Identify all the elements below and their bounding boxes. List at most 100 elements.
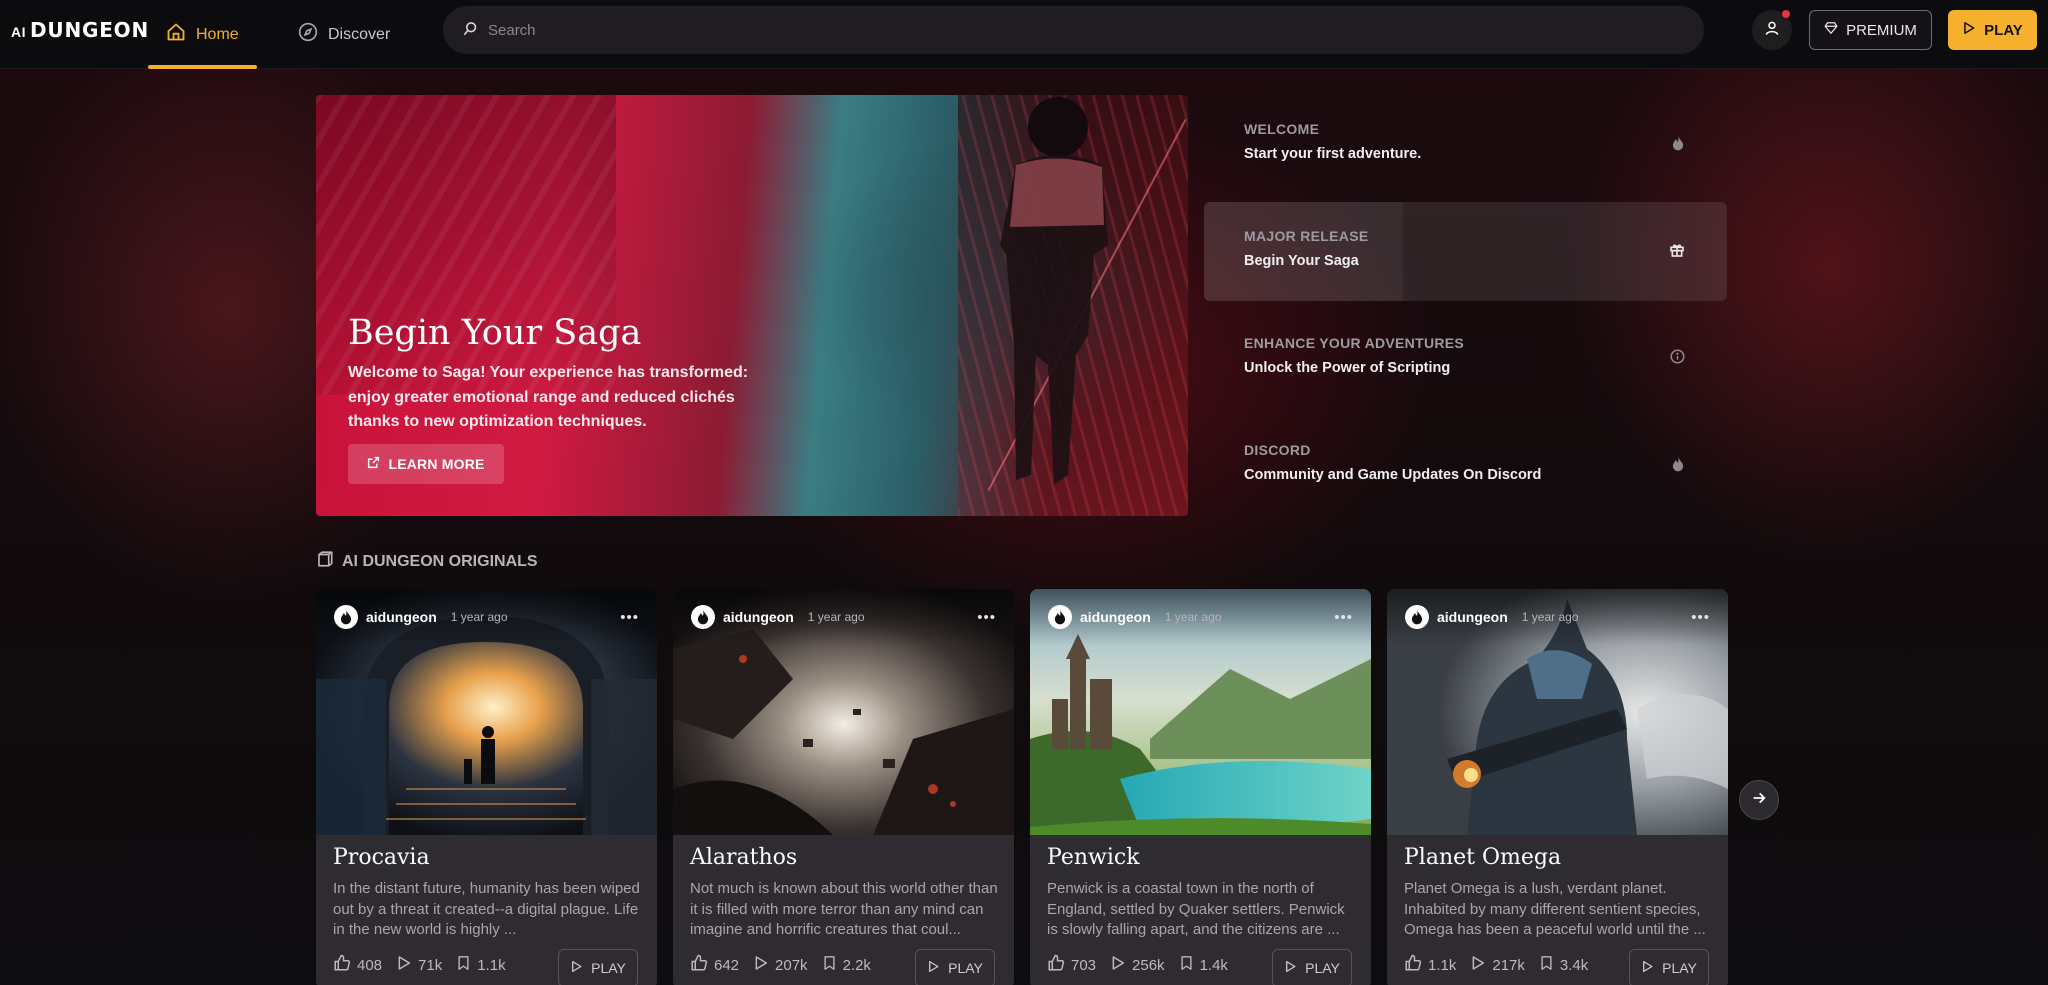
- likes-stat[interactable]: 642: [690, 954, 739, 976]
- carousel-next-button[interactable]: [1739, 780, 1779, 820]
- likes-count: 408: [357, 956, 383, 974]
- author-name[interactable]: aidungeon: [1080, 609, 1151, 625]
- author-name[interactable]: aidungeon: [723, 609, 794, 625]
- scenario-card-header: aidungeon 1 year ago •••: [316, 589, 657, 645]
- more-options-icon[interactable]: •••: [977, 609, 996, 626]
- scenario-title: Planet Omega: [1404, 845, 1562, 870]
- scenario-card-header: aidungeon 1 year ago •••: [1387, 589, 1728, 645]
- plays-count: 71k: [418, 956, 443, 974]
- play-count-icon: [753, 955, 769, 975]
- nav-tab-discover[interactable]: Discover: [280, 0, 408, 69]
- search-bar[interactable]: [443, 6, 1704, 54]
- saves-count: 1.1k: [477, 956, 506, 974]
- author-avatar[interactable]: [1048, 605, 1072, 629]
- scenario-card-body: Penwick Penwick is a coastal town in the…: [1047, 843, 1357, 937]
- announcement-category: ENHANCE YOUR ADVENTURES: [1244, 335, 1465, 351]
- logo-ai-text: AI: [11, 24, 26, 40]
- likes-stat[interactable]: 408: [333, 954, 382, 976]
- announcement-title: Unlock the Power of Scripting: [1244, 360, 1451, 376]
- play-count-icon: [1470, 955, 1486, 975]
- hero-description: Welcome to Saga! Your experience has tra…: [348, 364, 749, 430]
- gem-icon: [1824, 21, 1838, 39]
- hero-title: Begin Your Saga: [348, 313, 642, 353]
- nav-tab-discover-label: Discover: [328, 25, 391, 43]
- saves-count: 2.2k: [842, 956, 871, 974]
- flame-icon: [1671, 135, 1685, 156]
- scenario-card[interactable]: aidungeon 1 year ago ••• Procavia In the…: [316, 589, 657, 985]
- search-input[interactable]: [488, 21, 1588, 39]
- author-name[interactable]: aidungeon: [366, 609, 437, 625]
- originals-heading-label: AI DUNGEON ORIGINALS: [342, 552, 538, 570]
- scenario-card[interactable]: aidungeon 1 year ago ••• Alarathos Not m…: [673, 589, 1014, 985]
- saves-stat[interactable]: 2.2k: [822, 955, 871, 975]
- author-avatar[interactable]: [1405, 605, 1429, 629]
- scenario-stats: 642 207k 2.2k: [690, 954, 871, 976]
- author-avatar[interactable]: [334, 605, 358, 629]
- play-icon: [927, 960, 940, 976]
- scenario-stats: 408 71k 1.1k: [333, 954, 506, 976]
- learn-more-button[interactable]: LEARN MORE: [348, 444, 504, 484]
- premium-button[interactable]: PREMIUM: [1809, 10, 1932, 50]
- plays-stat: 256k: [1110, 955, 1165, 975]
- more-options-icon[interactable]: •••: [1334, 609, 1353, 626]
- saves-stat[interactable]: 1.4k: [1179, 955, 1228, 975]
- scenario-play-button[interactable]: PLAY: [1629, 949, 1709, 985]
- announcement-major-release[interactable]: MAJOR RELEASE Begin Your Saga: [1204, 202, 1727, 301]
- logo-name-text: DUNGEON: [30, 18, 149, 42]
- announcement-category: WELCOME: [1244, 121, 1320, 137]
- likes-count: 703: [1071, 956, 1097, 974]
- scenario-play-label: PLAY: [1305, 960, 1340, 976]
- scenario-stats: 703 256k 1.4k: [1047, 954, 1228, 976]
- plays-count: 217k: [1492, 956, 1525, 974]
- user-menu-button[interactable]: [1752, 10, 1792, 50]
- scenario-title: Alarathos: [690, 845, 798, 870]
- app-logo[interactable]: AI DUNGEON: [11, 18, 149, 42]
- author-avatar[interactable]: [691, 605, 715, 629]
- scenario-play-button[interactable]: PLAY: [915, 949, 995, 985]
- home-icon: [166, 22, 186, 47]
- author-name[interactable]: aidungeon: [1437, 609, 1508, 625]
- more-options-icon[interactable]: •••: [1691, 609, 1710, 626]
- saves-stat[interactable]: 1.1k: [456, 955, 506, 975]
- more-options-icon[interactable]: •••: [620, 609, 639, 626]
- announcement-scripting[interactable]: ENHANCE YOUR ADVENTURES Unlock the Power…: [1204, 309, 1727, 408]
- published-age: 1 year ago: [1521, 610, 1579, 624]
- premium-label: PREMIUM: [1846, 21, 1917, 39]
- nav-tab-home-label: Home: [196, 25, 239, 43]
- originals-heading: AI DUNGEON ORIGINALS: [316, 550, 538, 573]
- scenario-play-label: PLAY: [1662, 960, 1697, 976]
- hero-banner[interactable]: Begin Your Saga Welcome to Saga! Your ex…: [316, 95, 1188, 516]
- likes-stat[interactable]: 1.1k: [1404, 954, 1456, 976]
- scenario-title: Penwick: [1047, 845, 1140, 870]
- announcements-list: WELCOME Start your first adventure. MAJO…: [1204, 95, 1727, 523]
- hero-content: Begin Your Saga Welcome to Saga! Your ex…: [348, 311, 768, 435]
- saves-stat[interactable]: 3.4k: [1539, 955, 1588, 975]
- bookmark-icon: [1539, 955, 1554, 975]
- bookmark-icon: [1179, 955, 1194, 975]
- likes-stat[interactable]: 703: [1047, 954, 1096, 976]
- scenario-card[interactable]: aidungeon 1 year ago ••• Planet Omega Pl…: [1387, 589, 1728, 985]
- user-icon: [1764, 20, 1780, 41]
- play-button[interactable]: PLAY: [1948, 10, 2037, 50]
- saves-count: 1.4k: [1199, 956, 1228, 974]
- scenario-play-label: PLAY: [948, 960, 983, 976]
- thumbs-up-icon: [333, 954, 351, 976]
- announcement-discord[interactable]: DISCORD Community and Game Updates On Di…: [1204, 416, 1727, 515]
- play-icon: [1284, 960, 1297, 976]
- scenario-card[interactable]: aidungeon 1 year ago ••• Penwick Penwick…: [1030, 589, 1371, 985]
- announcement-category: MAJOR RELEASE: [1244, 228, 1369, 244]
- thumbs-up-icon: [1047, 954, 1065, 976]
- published-age: 1 year ago: [450, 610, 508, 624]
- published-age: 1 year ago: [1164, 610, 1222, 624]
- saves-count: 3.4k: [1559, 956, 1589, 974]
- play-count-icon: [396, 955, 412, 975]
- scenario-play-button[interactable]: PLAY: [558, 949, 638, 985]
- announcement-welcome[interactable]: WELCOME Start your first adventure.: [1204, 95, 1727, 194]
- bookmark-icon: [456, 955, 471, 975]
- plays-count: 256k: [1132, 956, 1165, 974]
- play-icon: [1962, 21, 1976, 39]
- play-icon: [570, 960, 583, 976]
- nav-tab-home[interactable]: Home: [148, 0, 257, 69]
- external-link-icon: [367, 456, 380, 472]
- scenario-play-button[interactable]: PLAY: [1272, 949, 1352, 985]
